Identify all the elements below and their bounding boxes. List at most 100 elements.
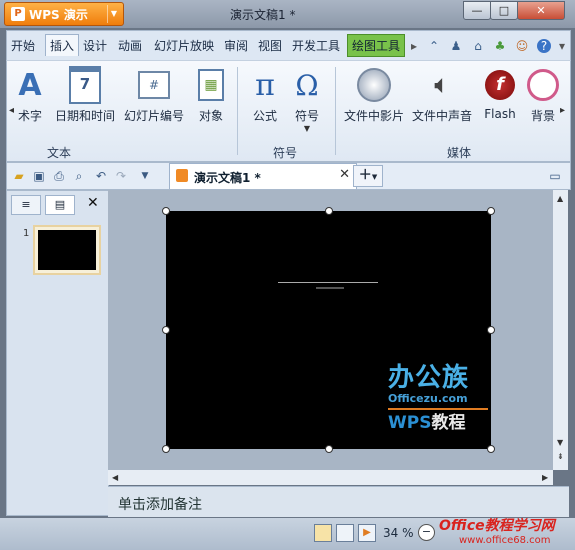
- chevron-down-icon[interactable]: ▼: [107, 5, 120, 23]
- document-tab[interactable]: 演示文稿1 * ✕: [169, 163, 357, 189]
- resize-handle[interactable]: [325, 445, 333, 453]
- close-tab-icon[interactable]: ✕: [339, 167, 350, 182]
- watermark-brand: 办公族: [388, 363, 470, 393]
- date-time-button[interactable]: 7 日期和时间: [53, 66, 117, 124]
- open-icon[interactable]: ▰: [11, 168, 27, 184]
- formula-button[interactable]: π 公式: [247, 67, 283, 124]
- vertical-scrollbar[interactable]: ▲ ▼ ⇟: [553, 190, 568, 470]
- subtitle-placeholder: [316, 287, 344, 289]
- calendar-icon: 7: [69, 66, 101, 104]
- scroll-down-icon[interactable]: ▼: [557, 438, 563, 447]
- customize-toolbar-icon[interactable]: ▼: [137, 168, 153, 184]
- chevron-down-icon[interactable]: ▼: [289, 124, 325, 133]
- object-icon: ▦: [198, 69, 224, 101]
- collapse-ribbon-icon[interactable]: ⌃: [427, 39, 441, 53]
- notes-pane[interactable]: 单击添加备注: [108, 486, 569, 517]
- resize-handle[interactable]: [162, 326, 170, 334]
- site-watermark: Office教程学习网 www.office68.com: [439, 518, 573, 547]
- tab-animation[interactable]: 动画: [118, 37, 142, 54]
- skin-icon[interactable]: ♟: [449, 39, 463, 53]
- sound-from-file-button[interactable]: 🔈︎ 文件中声音: [411, 67, 473, 124]
- horizontal-scrollbar[interactable]: ◀ ▶: [108, 470, 553, 485]
- slide-sorter-icon[interactable]: [336, 524, 354, 542]
- slide-number-button[interactable]: # 幻灯片编号: [121, 67, 187, 124]
- new-tab-button[interactable]: ＋▼: [353, 165, 383, 187]
- omega-icon: Ω: [295, 68, 319, 102]
- next-slide-icon[interactable]: ⇟: [557, 452, 564, 461]
- scroll-right-icon[interactable]: ▸: [407, 39, 421, 53]
- app-center-icon[interactable]: ♣: [493, 39, 507, 53]
- ribbon-tab-bar: 开始 插入 设计 动画 幻灯片放映 审阅 视图 开发工具 绘图工具 ▸ ⌃ ♟ …: [6, 30, 571, 61]
- flash-button[interactable]: f Flash: [481, 67, 519, 121]
- resize-handle[interactable]: [487, 207, 495, 215]
- undo-icon[interactable]: ↶: [93, 168, 109, 184]
- group-label-media: 媒体: [447, 146, 472, 160]
- document-tab-name: 演示文稿1 *: [194, 171, 261, 185]
- home-icon[interactable]: ⌂: [471, 39, 485, 53]
- scroll-up-icon[interactable]: ▲: [557, 194, 563, 203]
- resize-handle[interactable]: [325, 207, 333, 215]
- slide-thumbnail-number: 1: [23, 228, 30, 239]
- speaker-icon: 🔈︎: [434, 69, 450, 100]
- save-icon[interactable]: ▣: [31, 168, 47, 184]
- app-menu-button[interactable]: P WPS 演示 ▼: [4, 2, 124, 26]
- background-button[interactable]: 背景: [525, 67, 561, 124]
- help-icon[interactable]: ?: [537, 39, 551, 53]
- watermark-url: Officezu.com: [388, 392, 468, 405]
- film-icon: [357, 68, 391, 102]
- outline-tab[interactable]: ≡: [11, 195, 41, 215]
- tab-developer[interactable]: 开发工具: [292, 37, 340, 54]
- maximize-button[interactable]: □: [490, 1, 518, 20]
- zoom-level: 34 %: [383, 526, 414, 540]
- user-icon[interactable]: ☺: [515, 39, 529, 53]
- group-label-text: 文本: [47, 146, 72, 160]
- tab-insert[interactable]: 插入: [45, 34, 80, 56]
- scroll-left-icon[interactable]: ◂: [9, 105, 14, 116]
- movie-from-file-button[interactable]: 文件中影片: [343, 67, 405, 124]
- presentation-icon: [176, 169, 188, 182]
- tab-home[interactable]: 开始: [11, 37, 35, 54]
- object-button[interactable]: ▦ 对象: [192, 67, 230, 124]
- watermark-wps: WPS教程: [388, 413, 466, 433]
- scroll-right-icon[interactable]: ▶: [542, 473, 548, 482]
- notes-placeholder: 单击添加备注: [118, 497, 202, 513]
- symbol-button[interactable]: Ω 符号 ▼: [289, 67, 325, 134]
- slide-canvas[interactable]: 办公族 Officezu.com WPS教程: [162, 207, 495, 453]
- site-watermark-title: Office教程学习网: [439, 518, 555, 534]
- tab-slideshow[interactable]: 幻灯片放映: [154, 37, 214, 54]
- resize-handle[interactable]: [487, 445, 495, 453]
- resize-handle[interactable]: [487, 326, 495, 334]
- zoom-out-button[interactable]: −: [418, 524, 435, 541]
- print-preview-icon[interactable]: ⌕: [71, 168, 87, 184]
- normal-view-icon[interactable]: [314, 524, 332, 542]
- watermark: 办公族 Officezu.com WPS教程: [388, 363, 488, 439]
- slides-tab[interactable]: ▤: [45, 195, 75, 215]
- tab-view[interactable]: 视图: [258, 37, 282, 54]
- print-icon[interactable]: ⎙: [51, 168, 67, 184]
- minimize-button[interactable]: —: [463, 1, 491, 20]
- wps-logo-icon: P: [11, 7, 25, 21]
- wordart-icon: A: [18, 67, 42, 103]
- close-panel-icon[interactable]: ✕: [87, 195, 99, 211]
- slide-thumbnail[interactable]: [33, 225, 101, 275]
- tab-drawing-tools[interactable]: 绘图工具: [347, 34, 406, 57]
- resize-handle[interactable]: [162, 207, 170, 215]
- redo-icon[interactable]: ↷: [113, 168, 129, 184]
- flash-icon: f: [485, 70, 515, 100]
- pi-icon: π: [255, 67, 275, 103]
- app-label: WPS 演示: [29, 7, 88, 22]
- wordart-button[interactable]: A 术字: [15, 67, 45, 124]
- close-button[interactable]: ✕: [517, 1, 565, 20]
- resize-handle[interactable]: [162, 445, 170, 453]
- background-icon: [527, 69, 559, 101]
- tab-review[interactable]: 审阅: [224, 37, 248, 54]
- slideshow-icon[interactable]: ▶: [358, 524, 376, 542]
- tab-design[interactable]: 设计: [83, 37, 107, 54]
- scroll-left-icon[interactable]: ◀: [112, 473, 118, 482]
- chevron-down-icon[interactable]: ▾: [555, 39, 569, 53]
- slide-panel: ≡ ▤ ✕ 1: [6, 190, 109, 516]
- slide-number-icon: #: [138, 71, 170, 99]
- window-layout-icon[interactable]: ▭: [547, 168, 563, 184]
- window-title: 演示文稿1 *: [230, 8, 296, 22]
- scroll-right-icon[interactable]: ▸: [560, 105, 565, 116]
